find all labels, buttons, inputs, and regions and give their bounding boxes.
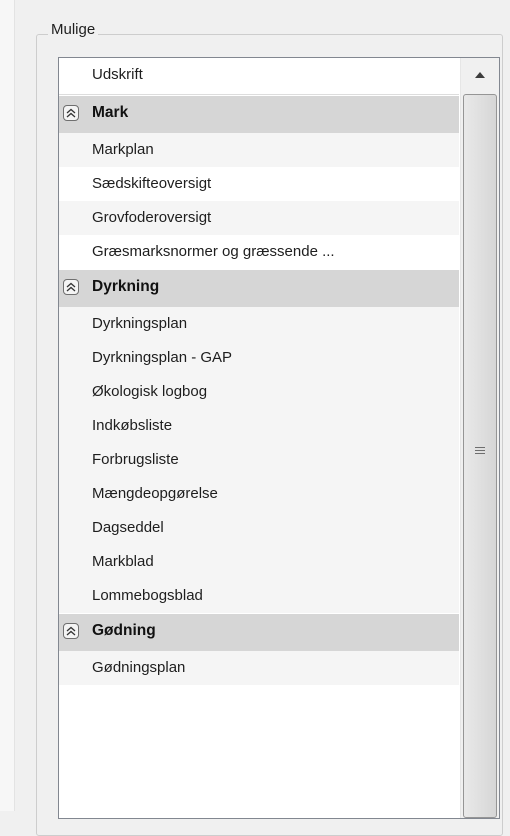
list-item[interactable]: Dyrkningsplan	[59, 307, 459, 341]
report-list[interactable]: Udskrift Mark Markplan Sædskifteoversigt…	[58, 57, 500, 819]
list-item[interactable]: Dagseddel	[59, 511, 459, 545]
list-item[interactable]: Grovfoderoversigt	[59, 201, 459, 235]
group-label: Dyrkning	[92, 278, 160, 295]
group-label: Gødning	[92, 622, 156, 639]
vertical-scrollbar[interactable]	[460, 58, 499, 818]
list-item-label: Dagseddel	[92, 519, 164, 536]
list-item-label: Markplan	[92, 141, 154, 158]
list-item-label: Græsmarksnormer og græssende ...	[92, 243, 335, 260]
list-item[interactable]: Økologisk logbog	[59, 375, 459, 409]
list-item[interactable]: Mængdeopgørelse	[59, 477, 459, 511]
list-item-label: Grovfoderoversigt	[92, 209, 212, 226]
list-item-label: Gødningsplan	[92, 659, 186, 676]
list-item-label: Forbrugsliste	[92, 451, 179, 468]
list-item[interactable]: Sædskifteoversigt	[59, 167, 459, 201]
scroll-grip-icon	[475, 447, 485, 456]
report-rows: Udskrift Mark Markplan Sædskifteoversigt…	[59, 58, 459, 685]
list-item-label: Sædskifteoversigt	[92, 175, 212, 192]
list-item-label: Lommebogsblad	[92, 587, 203, 604]
list-item-label: Mængdeopgørelse	[92, 485, 218, 502]
collapse-chevron-icon[interactable]	[63, 279, 79, 295]
groupbox-title: Mulige	[48, 20, 99, 40]
list-item[interactable]: Dyrkningsplan - GAP	[59, 341, 459, 375]
list-item[interactable]: Græsmarksnormer og græssende ...	[59, 235, 459, 269]
scroll-up-arrow-icon	[475, 72, 485, 78]
scroll-up-button[interactable]	[461, 58, 499, 92]
list-item-label: Økologisk logbog	[92, 383, 208, 400]
group-header-godning[interactable]: Gødning	[59, 613, 459, 651]
list-item[interactable]: Gødningsplan	[59, 651, 459, 685]
list-item[interactable]: Lommebogsblad	[59, 579, 459, 613]
list-item-label: Dyrkningsplan - GAP	[92, 349, 233, 366]
collapse-chevron-icon[interactable]	[63, 105, 79, 121]
group-header-dyrkning[interactable]: Dyrkning	[59, 269, 459, 307]
list-item[interactable]: Indkøbsliste	[59, 409, 459, 443]
collapse-chevron-icon[interactable]	[63, 623, 79, 639]
list-item-label: Dyrkningsplan	[92, 315, 188, 332]
list-item-label: Markblad	[92, 553, 154, 570]
list-item[interactable]: Forbrugsliste	[59, 443, 459, 477]
group-header-mark[interactable]: Mark	[59, 95, 459, 133]
group-label: Mark	[92, 104, 129, 121]
scroll-thumb[interactable]	[463, 94, 497, 818]
left-panel-edge	[0, 0, 15, 811]
list-item[interactable]: Markblad	[59, 545, 459, 579]
column-header-udskrift[interactable]: Udskrift	[59, 58, 459, 95]
list-item[interactable]: Markplan	[59, 133, 459, 167]
column-header-label: Udskrift	[92, 66, 143, 83]
list-item-label: Indkøbsliste	[92, 417, 173, 434]
